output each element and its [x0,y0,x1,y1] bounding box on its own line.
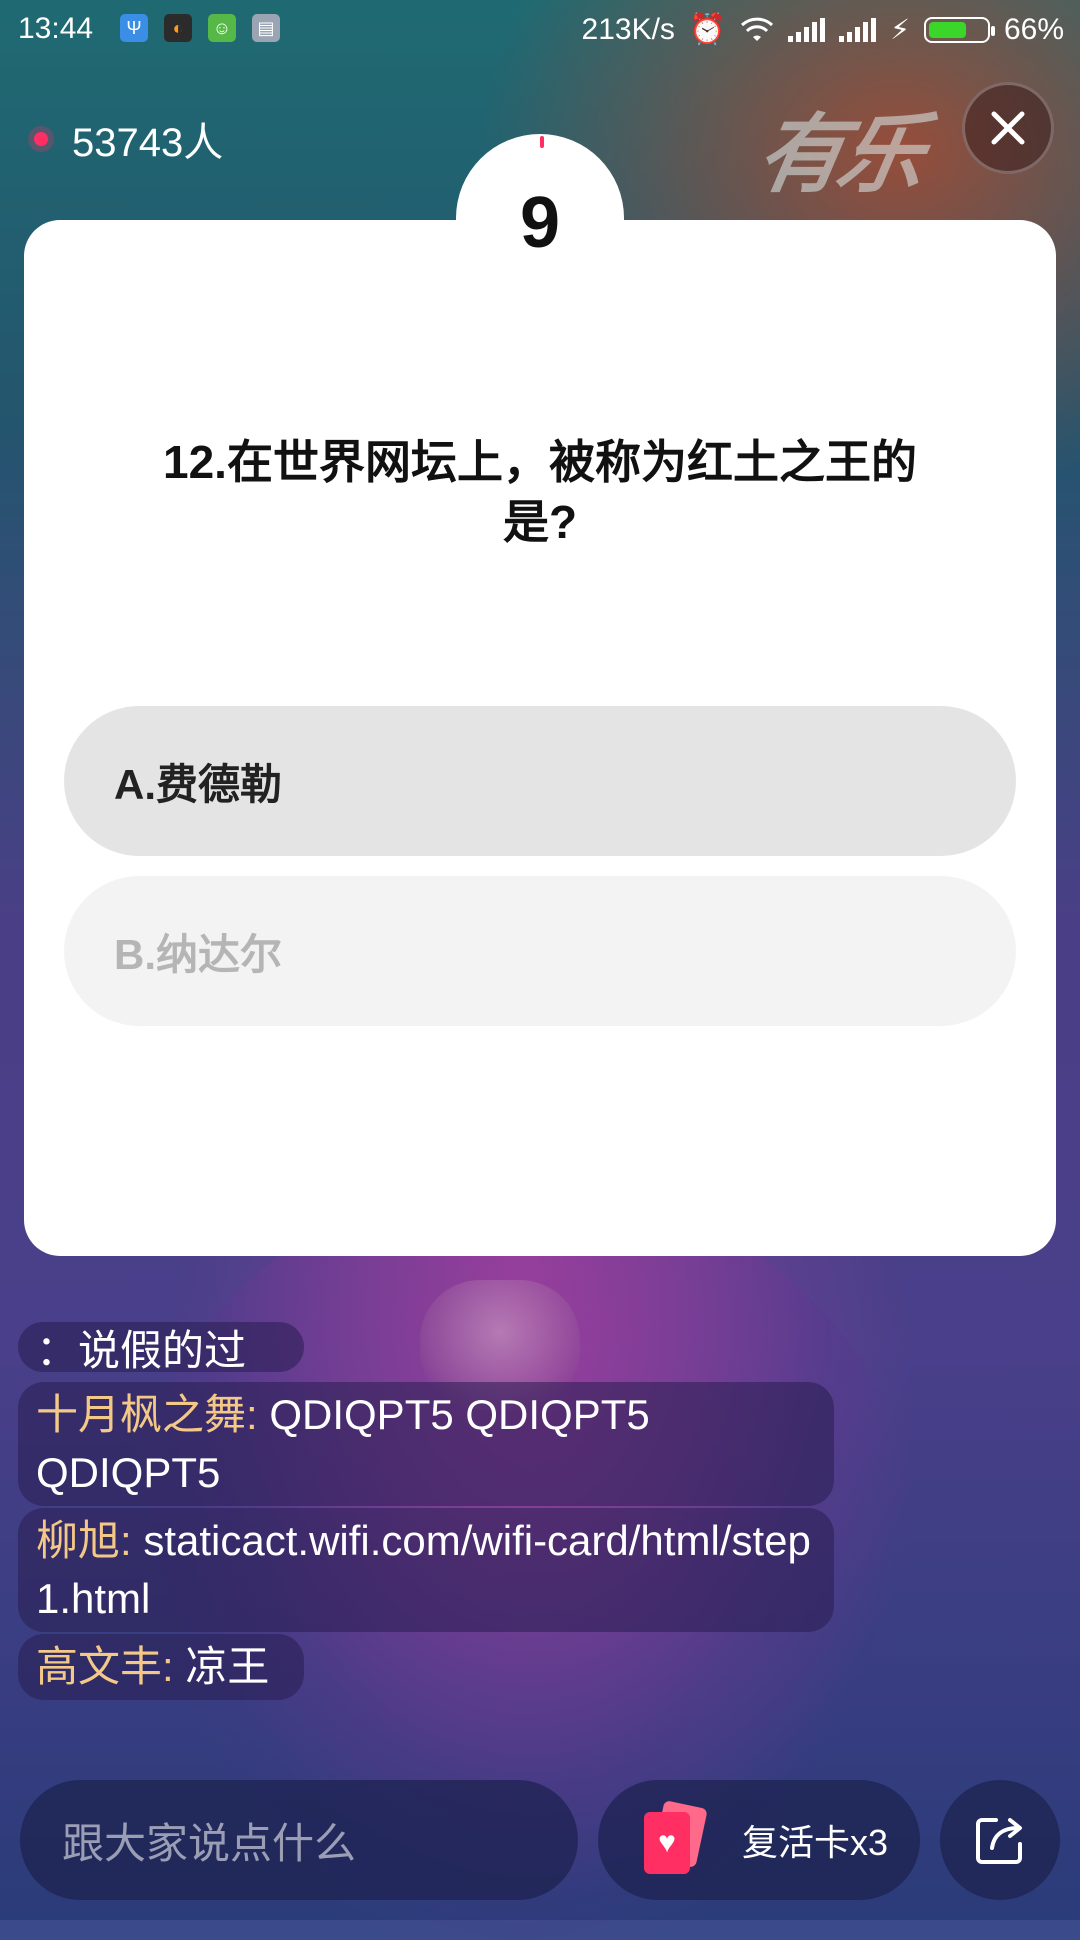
close-icon [991,111,1025,145]
network-speed: 213K/s [581,12,675,46]
battery-percent: 66% [1003,12,1064,46]
comment-item: ：说假的过 [18,1322,304,1372]
revive-card-button[interactable]: ♥ 复活卡x3 [598,1780,920,1900]
status-time: 13:44 [18,12,94,45]
comment-item: 十月枫之舞: QDIQPT5 QDIQPT5 QDIQPT5 [18,1382,834,1506]
chat-placeholder: 跟大家说点什么 [62,1819,357,1867]
comment-text: ：说假的过 [36,1327,247,1372]
alarm-icon: ⏰ [688,13,727,46]
share-button[interactable] [940,1780,1060,1900]
comment-user: 高文丰: [36,1643,174,1690]
battery-icon [923,16,995,43]
option-a[interactable]: A.费德勒 [64,706,1016,856]
message-icon: ▤ [252,14,280,42]
battery-level-fill [928,21,966,38]
comment-text: staticact.wifi.com/wifi-card/html/step1.… [36,1517,811,1622]
countdown-timer: 9 [519,183,561,263]
revive-card-icon: ♥ [644,1800,708,1876]
close-button[interactable] [962,82,1054,174]
option-a-label: A.费德勒 [114,760,283,808]
comment-user: 柳旭: [36,1517,132,1564]
wifi-icon [741,17,774,41]
question-text: 12.在世界网坛上，被称为红土之王的是? [163,436,917,548]
option-b-label: B.纳达尔 [114,930,283,978]
signal-icon [788,17,826,42]
charging-icon: ⚡ [890,14,910,45]
status-bar: 13:44 Ψ ◐ ☺ ▤ 213K/s ⏰ ⚡ 66% [0,0,1080,60]
live-dot-icon [34,132,48,146]
comment-item: 柳旭: staticact.wifi.com/wifi-card/html/st… [18,1508,834,1632]
comment-user: 十月枫之舞: [36,1391,258,1438]
revive-card-label: 复活卡x3 [742,1822,889,1863]
android-icon: ☺ [208,14,236,42]
chat-input[interactable]: 跟大家说点什么 [20,1780,578,1900]
viewer-count-badge: 53743人 [34,110,223,168]
comment-item: 高文丰: 凉王 [18,1634,304,1700]
timer-progress-mark [540,136,544,148]
comment-text: 凉王 [185,1643,270,1690]
usb-icon: Ψ [120,14,148,42]
status-right-cluster: 213K/s ⏰ ⚡ 66% [582,12,1064,47]
share-icon [976,1818,1022,1864]
signal-icon [839,17,877,42]
brand-logo: 有乐 [750,107,927,203]
status-notification-icons: Ψ ◐ ☺ ▤ [120,14,280,42]
vpn-icon: ◐ [164,14,192,42]
option-b[interactable]: B.纳达尔 [64,876,1016,1026]
viewer-count: 53743人 [72,121,224,165]
